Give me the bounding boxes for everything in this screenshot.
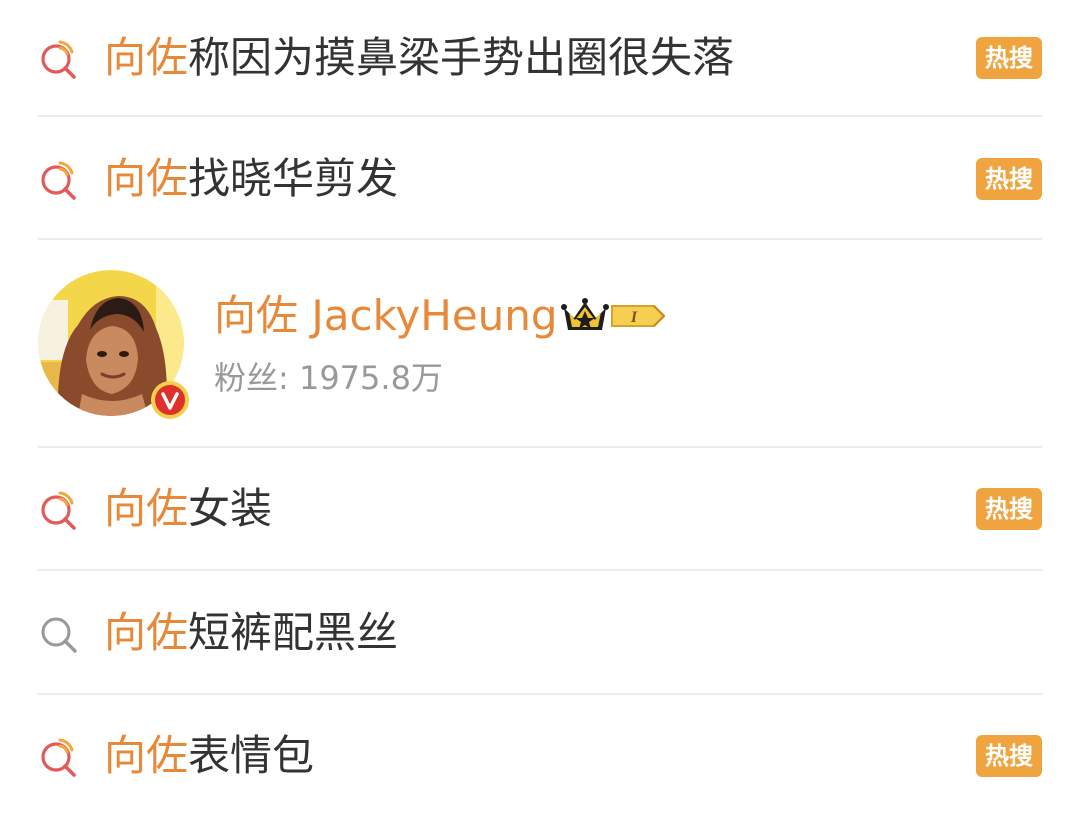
- verified-v-icon: [151, 381, 189, 419]
- suggestion-text: 向佐表情包: [104, 731, 314, 781]
- suggestion-row[interactable]: 向佐表情包 热搜: [38, 698, 1042, 813]
- suggestion-highlight: 向佐: [104, 483, 189, 533]
- member-level-text: I: [629, 309, 637, 326]
- suggestion-rest: 女装: [188, 483, 273, 533]
- hot-search-badge: 热搜: [976, 36, 1042, 79]
- suggestion-rest: 找晓华剪发: [188, 153, 399, 203]
- hot-search-badge: 热搜: [976, 157, 1042, 200]
- suggestion-highlight: 向佐: [104, 607, 189, 657]
- member-level-badge: I: [610, 305, 665, 327]
- suggestion-rest: 称因为摸鼻梁手势出圈很失落: [188, 32, 735, 82]
- suggestion-text: 向佐找晓华剪发: [104, 154, 398, 204]
- suggestion-rest: 表情包: [188, 730, 315, 780]
- search-icon: [41, 617, 77, 653]
- hot-search-icon: [41, 161, 76, 200]
- user-card[interactable]: 向佐 JackyHeung I 粉丝: 1975.8万: [38, 240, 1042, 446]
- hot-search-icon: [41, 40, 76, 79]
- divider: [38, 115, 1042, 117]
- suggestion-row[interactable]: 向佐称因为摸鼻梁手势出圈很失落 热搜: [38, 0, 1042, 115]
- hot-search-badge: 热搜: [976, 734, 1042, 777]
- user-name-text: 向佐 JackyHeung: [214, 291, 558, 340]
- divider: [38, 569, 1042, 571]
- crown-icon: [560, 298, 609, 330]
- suggestion-rest: 短裤配黑丝: [188, 607, 399, 657]
- suggestion-highlight: 向佐: [104, 32, 189, 82]
- divider: [38, 446, 1042, 448]
- suggestion-row[interactable]: 向佐女装 热搜: [38, 451, 1042, 566]
- suggestion-row[interactable]: 向佐找晓华剪发 热搜: [38, 121, 1042, 236]
- suggestion-text: 向佐短裤配黑丝: [104, 608, 398, 658]
- hot-search-icon: [41, 738, 76, 777]
- fans-count: 粉丝: 1975.8万: [214, 359, 443, 397]
- divider: [38, 693, 1042, 695]
- search-suggestion-list: 向佐称因为摸鼻梁手势出圈很失落 热搜 向佐找晓华剪发 热搜 向佐 JackyHe…: [0, 0, 1080, 813]
- suggestion-text: 向佐称因为摸鼻梁手势出圈很失落: [104, 33, 734, 83]
- suggestion-highlight: 向佐: [104, 153, 189, 203]
- suggestion-highlight: 向佐: [104, 730, 189, 780]
- hot-search-icon: [41, 491, 76, 530]
- hot-search-badge: 热搜: [976, 487, 1042, 530]
- user-name[interactable]: 向佐 JackyHeung I: [214, 290, 666, 342]
- suggestion-text: 向佐女装: [104, 484, 272, 534]
- suggestion-row[interactable]: 向佐短裤配黑丝: [38, 575, 1042, 690]
